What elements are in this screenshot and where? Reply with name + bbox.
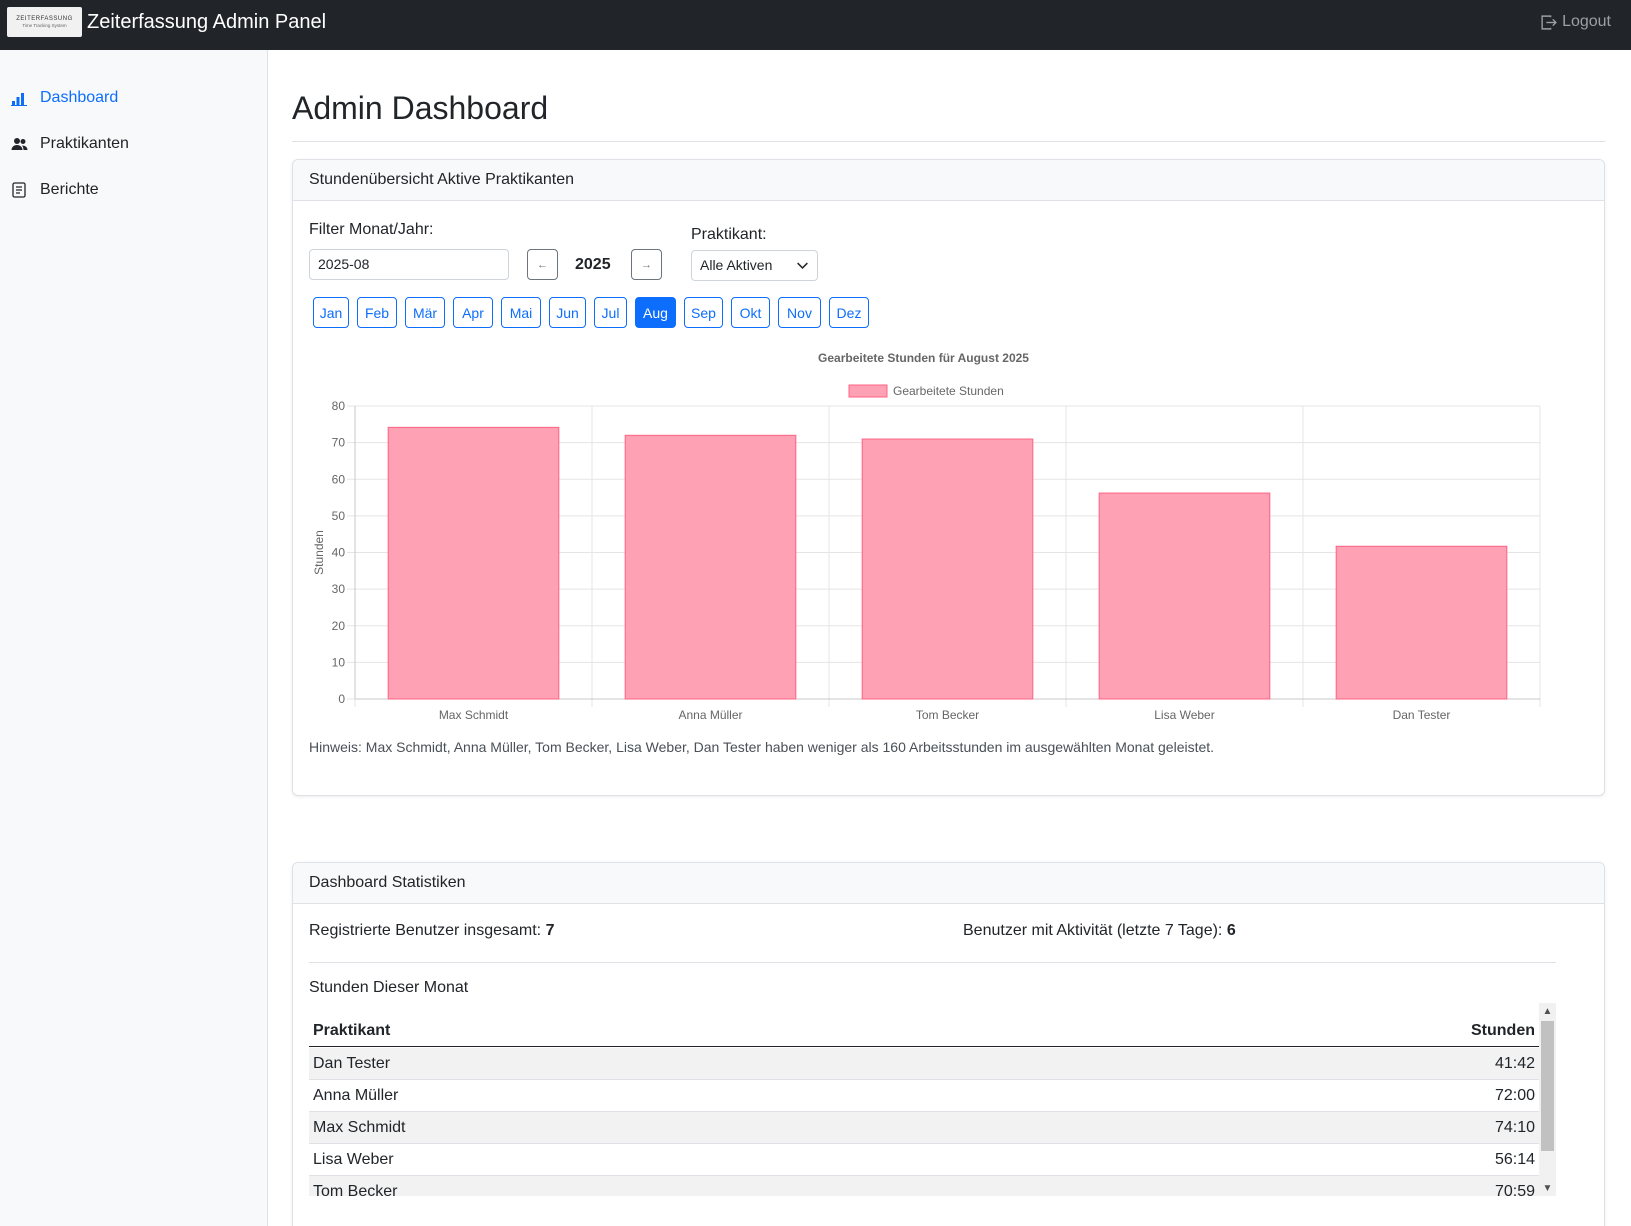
y-tick-label: 0	[338, 692, 345, 706]
column-header-stunden[interactable]: Stunden	[1471, 1022, 1535, 1040]
sidebar-item-dashboard[interactable]: Dashboard	[10, 86, 118, 110]
x-tick-label: Anna Müller	[678, 708, 742, 722]
table-header-row: Praktikant Stunden	[309, 1015, 1539, 1047]
table-row: Anna Müller 72:00	[309, 1080, 1539, 1112]
divider	[309, 962, 1556, 963]
x-tick-label: Dan Tester	[1393, 708, 1451, 722]
cell-hours: 56:14	[1494, 1150, 1535, 1168]
scroll-down-icon[interactable]: ▼	[1539, 1180, 1556, 1196]
y-tick-label: 60	[332, 472, 346, 486]
y-tick-label: 20	[332, 619, 346, 633]
active-users-stat: Benutzer mit Aktivität (letzte 7 Tage): …	[963, 921, 1236, 941]
hint-text: Hinweis: Max Schmidt, Anna Müller, Tom B…	[309, 739, 1215, 755]
month-hours-heading: Stunden Dieser Monat	[309, 979, 469, 996]
table-scrollbar[interactable]: ▲ ▼	[1539, 1003, 1556, 1196]
logo-text: ZEITERFASSUNG	[16, 15, 73, 22]
cell-name: Lisa Weber	[313, 1150, 394, 1168]
y-tick-label: 10	[332, 655, 346, 669]
bar	[1098, 492, 1271, 700]
bar	[624, 434, 797, 700]
registered-users-label: Registrierte Benutzer insgesamt:	[309, 922, 542, 939]
x-tick-label: Max Schmidt	[439, 708, 509, 722]
active-users-value: 6	[1226, 922, 1236, 939]
logout-icon	[1541, 14, 1557, 30]
logo-subtext: Time Tracking System	[22, 22, 67, 28]
logout-button[interactable]: Logout	[1540, 12, 1611, 32]
table-row: Tom Becker 70:59	[309, 1176, 1539, 1196]
table-row: Max Schmidt 74:10	[309, 1112, 1539, 1144]
y-tick-label: 80	[332, 399, 346, 413]
people-icon	[10, 135, 28, 153]
legend-swatch	[848, 384, 888, 398]
document-icon	[10, 181, 28, 199]
app-title[interactable]: Zeiterfassung Admin Panel	[87, 10, 326, 34]
app-logo[interactable]: ZEITERFASSUNG Time Tracking System	[7, 7, 82, 37]
table-row: Lisa Weber 56:14	[309, 1144, 1539, 1176]
cell-hours: 70:59	[1494, 1182, 1535, 1197]
sidebar-item-praktikanten[interactable]: Praktikanten	[10, 132, 129, 156]
registered-users-stat: Registrierte Benutzer insgesamt: 7	[309, 921, 554, 941]
bar	[861, 438, 1034, 700]
hours-overview-card: Stundenübersicht Aktive Praktikanten Fil…	[292, 159, 1605, 796]
scroll-up-icon[interactable]: ▲	[1539, 1003, 1556, 1019]
sidebar-item-label: Berichte	[40, 181, 99, 198]
bar-chart-icon	[10, 89, 28, 107]
cell-name: Max Schmidt	[313, 1118, 406, 1136]
y-axis-title: Stunden	[312, 530, 326, 575]
sidebar: Dashboard Praktikanten Berichte	[0, 50, 268, 1226]
y-tick-label: 40	[332, 546, 346, 560]
chart-title: Gearbeitete Stunden für August 2025	[818, 351, 1029, 365]
sidebar-item-label: Praktikanten	[40, 135, 129, 152]
cell-hours: 72:00	[1494, 1086, 1535, 1104]
bar	[387, 426, 560, 700]
x-tick-label: Tom Becker	[916, 708, 979, 722]
hours-bar-chart: Gearbeitete Stunden für August 2025 Gearb…	[312, 351, 1541, 722]
logout-label: Logout	[1562, 13, 1611, 30]
bar	[1335, 545, 1508, 700]
scrollbar-thumb[interactable]	[1541, 1021, 1554, 1151]
cell-name: Tom Becker	[313, 1182, 398, 1197]
cell-hours: 74:10	[1494, 1118, 1535, 1136]
registered-users-value: 7	[545, 922, 555, 939]
y-tick-label: 50	[332, 509, 346, 523]
card-header: Dashboard Statistiken	[293, 863, 1604, 904]
x-tick-label: Lisa Weber	[1154, 708, 1214, 722]
cell-hours: 41:42	[1494, 1054, 1535, 1072]
sidebar-item-label: Dashboard	[40, 89, 119, 106]
legend-label: Gearbeitete Stunden	[893, 384, 1004, 398]
active-users-label: Benutzer mit Aktivität (letzte 7 Tage):	[963, 922, 1223, 939]
cell-name: Dan Tester	[313, 1054, 391, 1072]
dashboard-stats-card: Dashboard Statistiken Registrierte Benut…	[292, 862, 1605, 1226]
divider	[292, 141, 1605, 142]
y-tick-label: 30	[332, 582, 346, 596]
page-title: Admin Dashboard	[292, 90, 549, 126]
hours-table-scroll[interactable]: Praktikant Stunden Dan Tester 41:42 Anna…	[309, 1003, 1556, 1196]
column-header-praktikant[interactable]: Praktikant	[313, 1022, 390, 1040]
table-row: Dan Tester 41:42	[309, 1048, 1539, 1080]
top-navbar: ZEITERFASSUNG Time Tracking System Zeite…	[0, 0, 1631, 50]
sidebar-item-berichte[interactable]: Berichte	[10, 178, 99, 202]
y-tick-label: 70	[332, 436, 346, 450]
cell-name: Anna Müller	[313, 1086, 399, 1104]
